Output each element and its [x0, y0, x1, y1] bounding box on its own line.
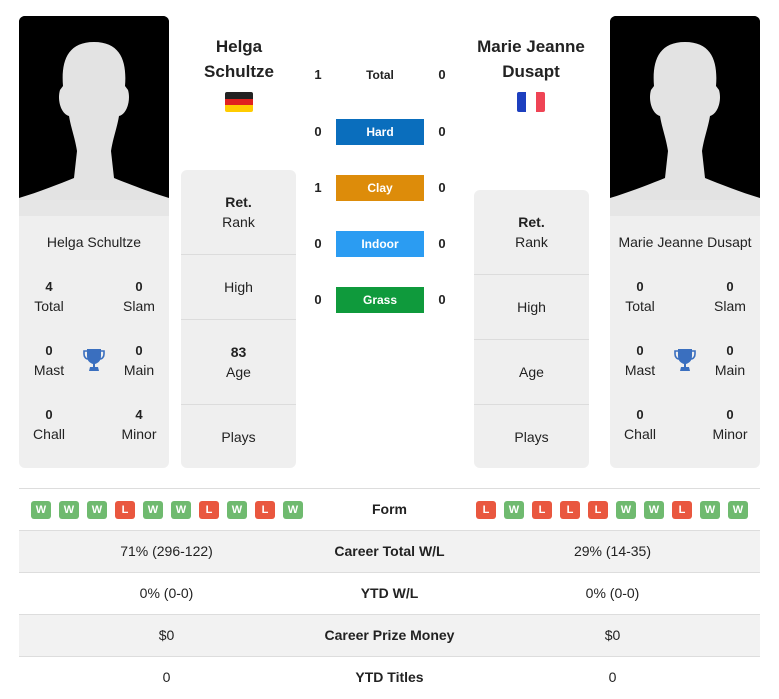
h2h-row-total: 1 Total 0	[300, 62, 460, 88]
form-label: Form	[372, 501, 407, 517]
career-wl-row: 71% (296-122) Career Total W/L 29% (14-3…	[19, 530, 760, 572]
player1-name-heading[interactable]: Helga Schultze	[164, 34, 314, 84]
player1-plays: Plays	[181, 404, 296, 469]
player1-main-titles: 0 Main	[123, 343, 155, 378]
form-badge-loss: L	[476, 501, 496, 519]
player2-h2h-total: 0	[438, 67, 446, 82]
form-row: WWWLWWLWLW Form LWLLLWWLWW	[19, 488, 760, 530]
form-badge-win: W	[644, 501, 664, 519]
surface-badge-clay: Clay	[336, 175, 424, 201]
player2-h2h-grass: 0	[438, 292, 446, 307]
trophy-icon	[82, 347, 106, 373]
player1-mast-titles: 0 Mast	[33, 343, 65, 378]
player2-h2h-clay: 0	[438, 180, 446, 195]
player1-h2h-hard: 0	[314, 124, 322, 139]
form-badge-win: W	[31, 501, 51, 519]
player1-total-titles: 4 Total	[34, 279, 64, 314]
form-badge-win: W	[283, 501, 303, 519]
player-silhouette-icon	[610, 16, 760, 216]
player2-chall-titles: 0 Chall	[624, 407, 656, 442]
player1-info-box: Ret. Rank High 83 Age Plays	[181, 170, 296, 468]
form-badge-loss: L	[588, 501, 608, 519]
form-badge-win: W	[59, 501, 79, 519]
player2-minor-titles: 0 Minor	[712, 407, 748, 442]
surface-badge-indoor: Indoor	[336, 231, 424, 257]
form-badge-win: W	[171, 501, 191, 519]
player2-photo	[610, 16, 760, 216]
player2-h2h-hard: 0	[438, 124, 446, 139]
player1-card: Helga Schultze 4 Total 0 Slam 0 Mast 0 M…	[19, 216, 169, 468]
player2-form: LWLLLWWLWW	[476, 501, 748, 519]
player1-rank: Ret. Rank	[222, 194, 255, 230]
player2-card-name: Marie Jeanne Dusapt	[618, 234, 752, 250]
player2-plays: Plays	[474, 404, 589, 469]
prize-money-label: Career Prize Money	[324, 627, 455, 643]
player2-career-wl: 29% (14-35)	[573, 543, 652, 559]
player1-photo	[19, 16, 169, 216]
h2h-row-clay: 1 Clay 0	[300, 175, 460, 201]
form-badge-loss: L	[560, 501, 580, 519]
player1-age: 83 Age	[181, 319, 296, 404]
player2-ytd-wl: 0% (0-0)	[585, 585, 640, 601]
ytd-wl-label: YTD W/L	[360, 585, 419, 601]
player2-slam-titles: 0 Slam	[714, 279, 746, 314]
player1-career-wl: 71% (296-122)	[120, 543, 213, 559]
player2-prize-money: $0	[604, 627, 621, 643]
player2-name-heading[interactable]: Marie Jeanne Dusapt	[456, 34, 606, 84]
h2h-row-grass: 0 Grass 0	[300, 287, 460, 313]
player1-prize-money: $0	[158, 627, 175, 643]
player1-chall-titles: 0 Chall	[33, 407, 65, 442]
player2-main-titles: 0 Main	[714, 343, 746, 378]
player1-h2h-total: 1	[314, 67, 322, 82]
player2-card: Marie Jeanne Dusapt 0 Total 0 Slam 0 Mas…	[610, 216, 760, 468]
form-badge-loss: L	[115, 501, 135, 519]
ytd-titles-row: 0 YTD Titles 0	[19, 656, 760, 698]
player2-mast-titles: 0 Mast	[624, 343, 656, 378]
germany-flag-icon	[225, 92, 253, 112]
player-silhouette-icon	[19, 16, 169, 216]
career-wl-label: Career Total W/L	[334, 543, 445, 559]
france-flag-icon	[517, 92, 545, 112]
player1-high: High	[181, 254, 296, 320]
player2-age: Age	[474, 339, 589, 405]
player2-total-titles: 0 Total	[625, 279, 655, 314]
prize-money-row: $0 Career Prize Money $0	[19, 614, 760, 656]
form-badge-win: W	[504, 501, 524, 519]
player1-minor-titles: 4 Minor	[121, 407, 157, 442]
player1-form: WWWLWWLWLW	[31, 501, 303, 519]
form-badge-loss: L	[255, 501, 275, 519]
player2-h2h-indoor: 0	[438, 236, 446, 251]
form-badge-win: W	[728, 501, 748, 519]
form-badge-win: W	[700, 501, 720, 519]
player2-rank: Ret. Rank	[515, 214, 548, 250]
surface-badge-total: Total	[366, 68, 394, 82]
form-badge-loss: L	[199, 501, 219, 519]
form-badge-win: W	[616, 501, 636, 519]
form-badge-win: W	[227, 501, 247, 519]
form-badge-loss: L	[532, 501, 552, 519]
player1-slam-titles: 0 Slam	[123, 279, 155, 314]
h2h-row-hard: 0 Hard 0	[300, 119, 460, 145]
player2-info-box: Ret. Rank High Age Plays	[474, 190, 589, 468]
player1-card-name: Helga Schultze	[46, 234, 142, 250]
h2h-row-indoor: 0 Indoor 0	[300, 231, 460, 257]
form-badge-win: W	[143, 501, 163, 519]
surface-badge-hard: Hard	[336, 119, 424, 145]
player1-h2h-grass: 0	[314, 292, 322, 307]
player1-ytd-wl: 0% (0-0)	[139, 585, 194, 601]
player2-ytd-titles: 0	[608, 669, 617, 685]
comparison-table: WWWLWWLWLW Form LWLLLWWLWW 71% (296-122)…	[19, 488, 760, 698]
trophy-icon	[673, 347, 697, 373]
form-badge-loss: L	[672, 501, 692, 519]
player2-high: High	[474, 274, 589, 340]
player1-h2h-indoor: 0	[314, 236, 322, 251]
surface-badge-grass: Grass	[336, 287, 424, 313]
ytd-titles-label: YTD Titles	[355, 669, 424, 685]
form-badge-win: W	[87, 501, 107, 519]
ytd-wl-row: 0% (0-0) YTD W/L 0% (0-0)	[19, 572, 760, 614]
player1-h2h-clay: 1	[314, 180, 322, 195]
player1-ytd-titles: 0	[162, 669, 171, 685]
